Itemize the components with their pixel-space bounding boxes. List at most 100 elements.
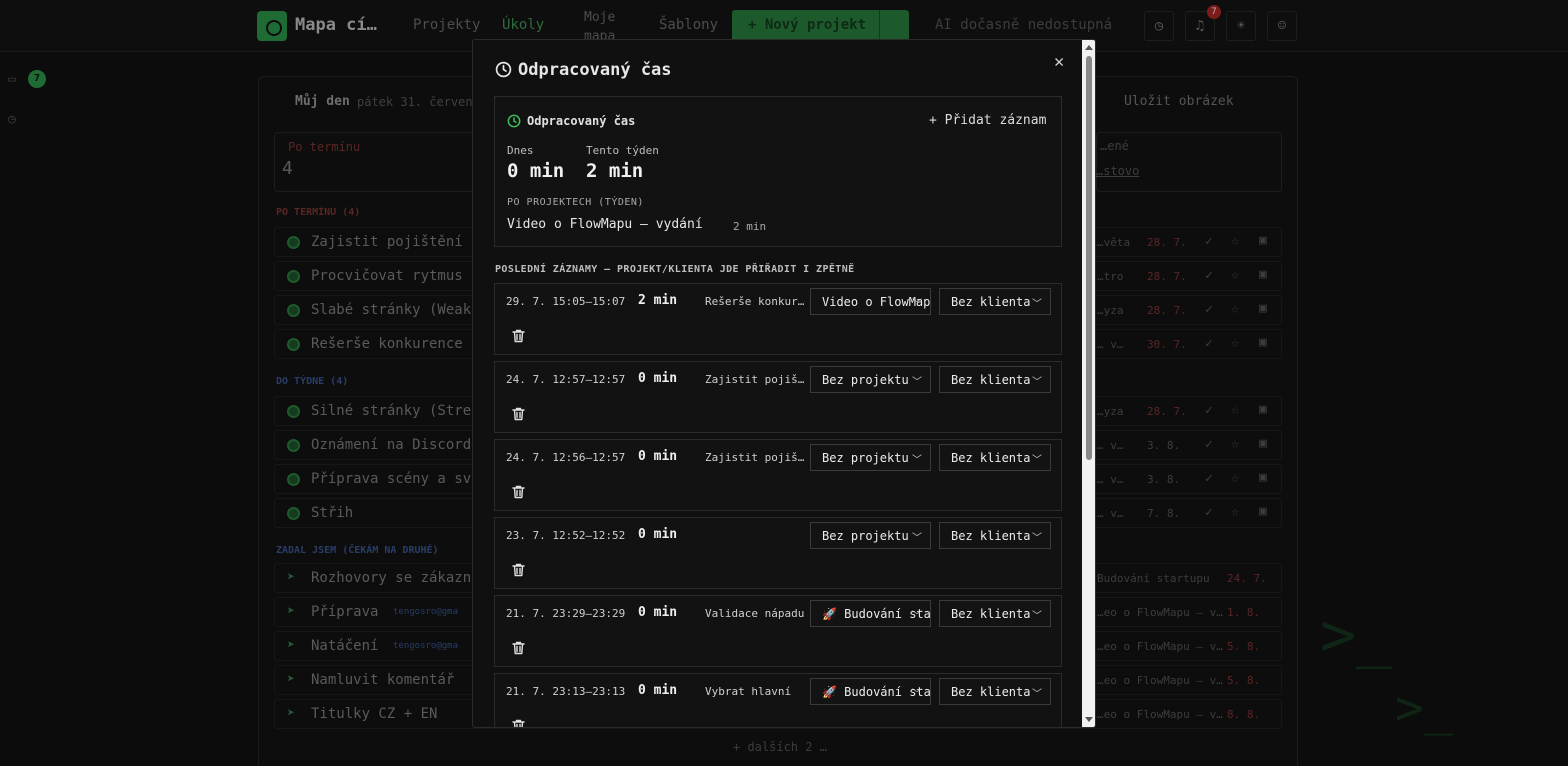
project-select[interactable]: Bez projektu ﹀ (810, 444, 931, 471)
trash-icon[interactable] (512, 562, 525, 581)
project-select[interactable]: Video o FlowMapu ﹀ (810, 288, 931, 315)
project-name: Video o FlowMapu – vydání (507, 217, 703, 232)
check-icon[interactable]: ✓ (1205, 471, 1213, 486)
client-select[interactable]: Bez klienta ﹀ (939, 522, 1051, 549)
task-status-icon[interactable] (287, 473, 300, 486)
calendar-icon[interactable]: ▣ (1259, 267, 1267, 282)
client-select[interactable]: Bez klienta ﹀ (939, 600, 1051, 627)
task-project: …yza (1097, 304, 1124, 317)
more-link[interactable]: + dalších 2 … (733, 740, 827, 754)
client-select-value: Bez klienta (951, 607, 1031, 621)
client-select[interactable]: Bez klienta ﹀ (939, 288, 1051, 315)
calendar-icon[interactable]: ▣ (1259, 335, 1267, 350)
check-icon[interactable]: ✓ (1205, 234, 1213, 249)
panel-title: Můj den (295, 94, 350, 109)
task-date: 3. 8. (1147, 439, 1181, 452)
inbox-icon[interactable]: ▭ (8, 72, 16, 87)
calendar-icon[interactable]: ▣ (1259, 504, 1267, 519)
task-status-icon[interactable] (287, 304, 300, 317)
check-icon[interactable]: ✓ (1205, 302, 1213, 317)
save-image-button[interactable]: Uložit obrázek (1124, 94, 1234, 109)
project-select[interactable]: Bez projektu ﹀ (810, 522, 931, 549)
entry-duration: 0 min (638, 449, 678, 464)
task-status-icon[interactable] (287, 338, 300, 351)
project-select[interactable]: 🚀 Budování startupu﹀ (810, 600, 931, 627)
task-status-icon[interactable] (287, 439, 300, 452)
check-icon[interactable]: ✓ (1205, 505, 1213, 520)
calendar-icon[interactable]: ▣ (1259, 470, 1267, 485)
trash-icon[interactable] (512, 406, 525, 425)
scroll-thumb[interactable] (1086, 56, 1092, 460)
client-select[interactable]: Bez klienta ﹀ (939, 366, 1051, 393)
trash-icon[interactable] (512, 718, 525, 727)
task-title: Silné stránky (Streng (311, 403, 489, 419)
close-icon[interactable]: ✕ (1054, 52, 1064, 72)
task-status-icon[interactable] (287, 507, 300, 520)
project-select[interactable]: 🚀 Budování startupu﹀ (810, 678, 931, 705)
project-select-value: Bez projektu (822, 529, 909, 543)
clock-icon (507, 114, 521, 128)
add-entry-button[interactable]: + Přidat záznam (929, 113, 1046, 128)
star-icon[interactable]: ☆ (1231, 335, 1239, 351)
nav-tasks[interactable]: Úkoly (502, 17, 544, 33)
star-icon[interactable]: ☆ (1231, 301, 1239, 317)
assignee-tag: tengosro@gma (393, 641, 459, 651)
trash-icon[interactable] (512, 328, 525, 347)
week-label: Tento týden (586, 144, 659, 157)
task-status-icon[interactable] (287, 405, 300, 418)
star-icon[interactable]: ☆ (1231, 402, 1239, 418)
today-value: 0 min (507, 160, 565, 182)
user-icon[interactable]: ☺ (1267, 11, 1297, 41)
done-link[interactable]: …stovo (1096, 164, 1139, 178)
nav-projects[interactable]: Projekty (413, 17, 480, 33)
summary-title-text: Odpracovaný čas (527, 114, 636, 128)
modal-scrollbar[interactable] (1082, 40, 1095, 727)
trash-icon[interactable] (512, 484, 525, 503)
task-date: 30. 7. (1147, 338, 1187, 351)
modal-title: Odpracovaný čas (495, 60, 672, 80)
sidebar-timer-icon[interactable]: ◷ (8, 112, 16, 127)
star-icon[interactable]: ☆ (1231, 504, 1239, 520)
nav-templates[interactable]: Šablony (659, 17, 718, 33)
calendar-icon[interactable]: ▣ (1259, 233, 1267, 248)
task-title: Titulky CZ + EN (311, 706, 438, 722)
task-title: Slabé stránky (Weakne (311, 302, 489, 318)
chevron-down-icon: ﹀ (1032, 689, 1042, 700)
client-select[interactable]: Bez klienta ﹀ (939, 444, 1051, 471)
scroll-up-icon[interactable] (1085, 45, 1093, 50)
task-status-icon[interactable] (287, 270, 300, 283)
new-project-button[interactable]: + Nový projekt (732, 10, 909, 42)
time-entry: 21. 7. 23:29–23:29 0 min Validace nápadu 🚀 … (494, 595, 1062, 667)
star-icon[interactable]: ☆ (1231, 436, 1239, 452)
chevron-down-icon: ﹀ (912, 299, 922, 310)
scroll-down-icon[interactable] (1085, 717, 1093, 722)
sun-icon[interactable]: ☀ (1226, 11, 1256, 41)
task-title: Střih (311, 505, 354, 521)
task-title: Natáčení (311, 638, 379, 654)
task-title: Příprava (311, 604, 379, 620)
entry-duration: 0 min (638, 605, 678, 620)
trash-icon[interactable] (512, 640, 525, 659)
task-project: … v… (1097, 338, 1124, 351)
task-date: 5. 8. (1227, 640, 1261, 653)
check-icon[interactable]: ✓ (1205, 403, 1213, 418)
task-project: …eo o FlowMapu – v… (1097, 674, 1223, 687)
task-title: Oznámení na Discordu (311, 437, 480, 453)
entry-time: 29. 7. 15:05–15:07 (506, 295, 626, 308)
calendar-icon[interactable]: ▣ (1259, 301, 1267, 316)
calendar-icon[interactable]: ▣ (1259, 436, 1267, 451)
task-project: … v… (1097, 439, 1124, 452)
calendar-icon[interactable]: ▣ (1259, 402, 1267, 417)
project-select[interactable]: Bez projektu ﹀ (810, 366, 931, 393)
new-project-dropdown[interactable] (879, 10, 909, 42)
star-icon[interactable]: ☆ (1231, 233, 1239, 249)
star-icon[interactable]: ☆ (1231, 267, 1239, 283)
check-icon[interactable]: ✓ (1205, 336, 1213, 351)
check-icon[interactable]: ✓ (1205, 268, 1213, 283)
timer-icon[interactable]: ◷ (1144, 11, 1174, 41)
task-project: … v… (1097, 507, 1124, 520)
client-select[interactable]: Bez klienta ﹀ (939, 678, 1051, 705)
star-icon[interactable]: ☆ (1231, 470, 1239, 486)
task-status-icon[interactable] (287, 236, 300, 249)
check-icon[interactable]: ✓ (1205, 437, 1213, 452)
